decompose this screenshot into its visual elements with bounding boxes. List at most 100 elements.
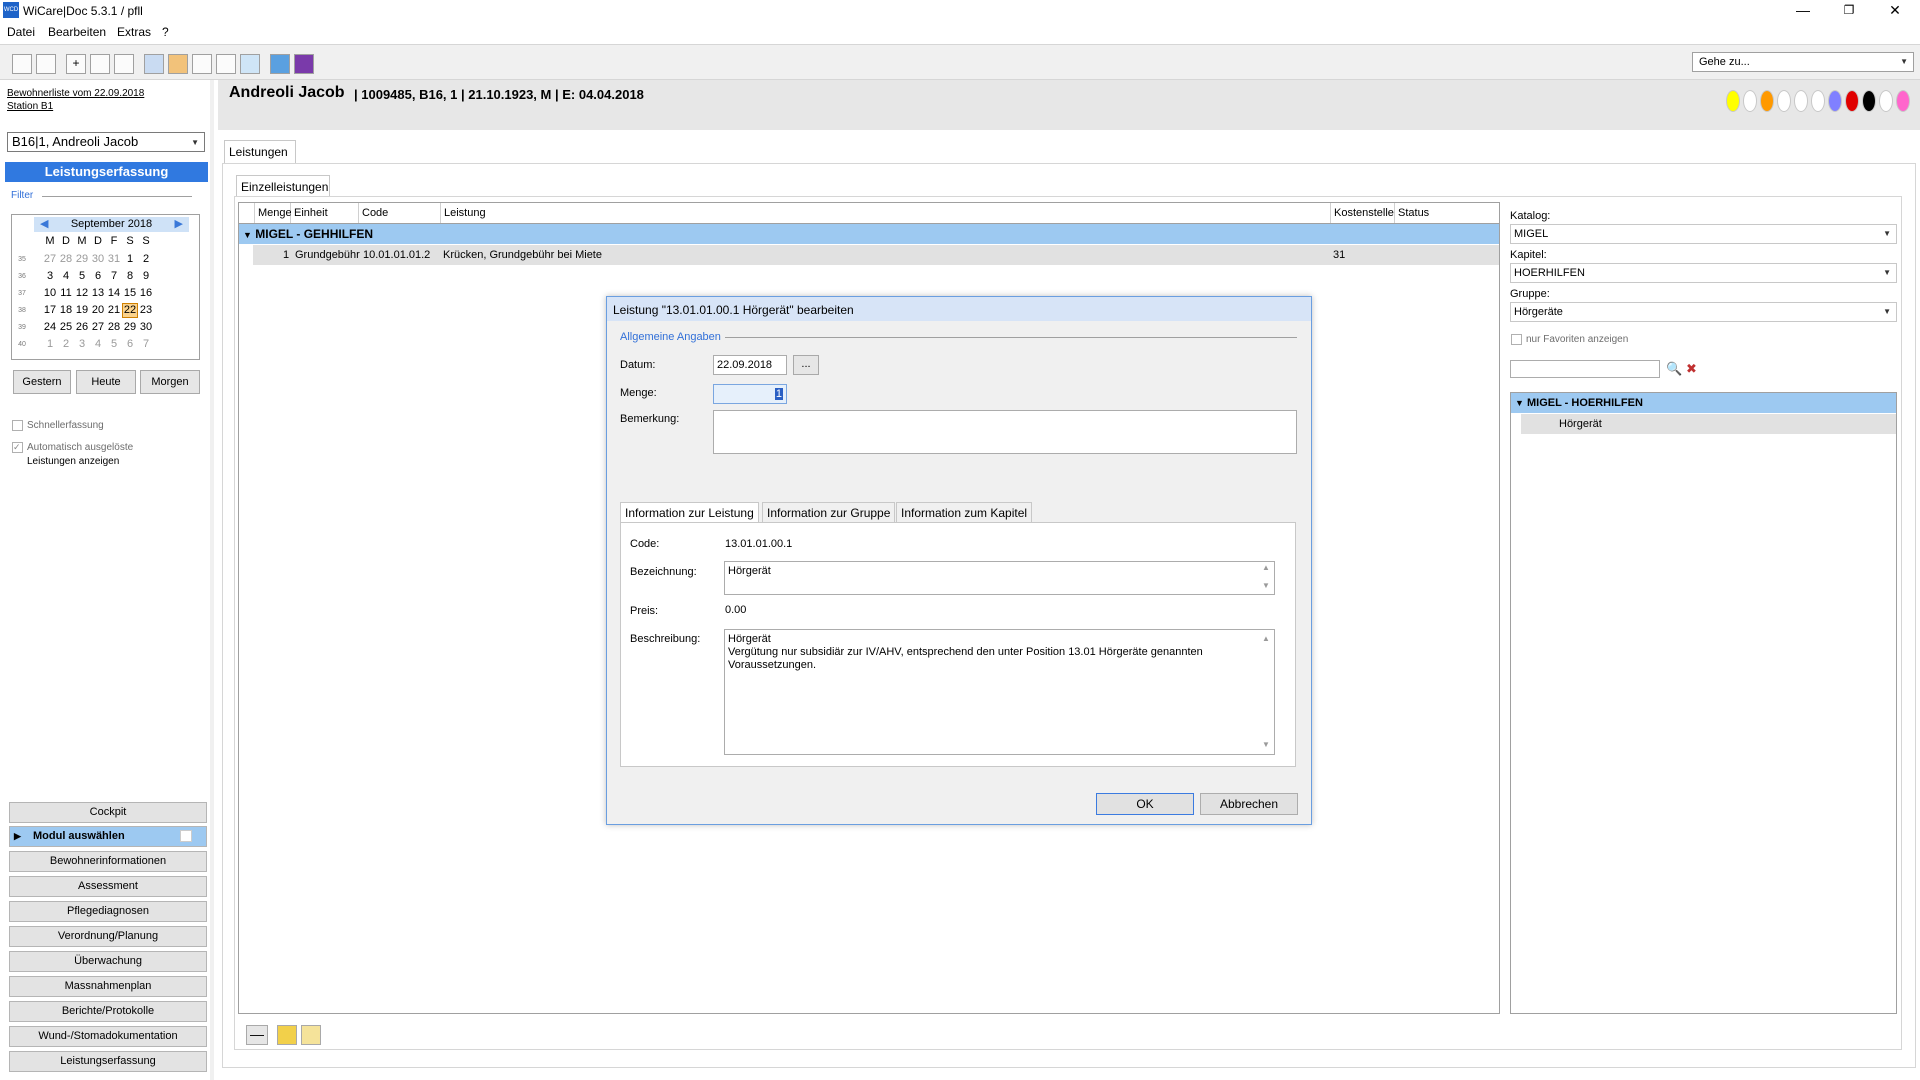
calendar-day[interactable]: 11 [58,287,74,299]
undo-icon[interactable] [36,54,56,74]
calendar-day[interactable]: 2 [138,253,154,265]
calendar-day[interactable]: 9 [138,270,154,282]
grid-group-row[interactable]: ▼ MIGEL - GEHHILFEN [239,224,1499,244]
calendar-day[interactable]: 21 [106,304,122,316]
lock-icon[interactable] [277,1025,297,1045]
search-icon[interactable]: 🔍 [1666,361,1682,377]
calendar-day[interactable]: 27 [42,253,58,265]
ok-button[interactable]: OK [1096,793,1194,815]
calendar-day[interactable]: 30 [138,321,154,333]
status-color-dot[interactable] [1845,90,1859,112]
restore-icon[interactable]: ❐ [1826,0,1872,22]
status-color-dot[interactable] [1828,90,1842,112]
list-item[interactable]: Hörgerät [1521,414,1896,434]
clear-search-icon[interactable]: ✖ [1686,361,1697,377]
scrollbar-down-icon[interactable]: ▼ [1259,738,1273,751]
tab-einzelleistungen[interactable]: Einzelleistungen [236,175,330,197]
calendar-day[interactable]: 26 [74,321,90,333]
quick-entry-checkbox[interactable] [12,420,23,431]
calendar-day[interactable]: 8 [122,270,138,282]
group-select[interactable]: Hörgeräte ▼ [1510,302,1897,322]
calendar-day[interactable]: 22 [122,303,138,318]
print-icon[interactable] [270,54,290,74]
quantity-input[interactable]: 1 [713,384,787,404]
window-icon[interactable] [90,54,110,74]
date-input[interactable]: 22.09.2018 [713,355,787,375]
close-icon[interactable]: ✕ [1872,0,1918,22]
edit-icon[interactable] [114,54,134,74]
nav-item[interactable]: Assessment [9,876,207,897]
favorites-checkbox[interactable] [1511,334,1522,345]
calendar-day[interactable]: 29 [74,253,90,265]
catalog-select[interactable]: MIGEL ▼ [1510,224,1897,244]
status-color-dot[interactable] [1862,90,1876,112]
calendar-day[interactable]: 4 [90,338,106,350]
person-icon[interactable] [168,54,188,74]
calendar-day[interactable]: 5 [106,338,122,350]
calendar-day[interactable]: 25 [58,321,74,333]
calendar-day[interactable]: 30 [90,253,106,265]
date-picker-button[interactable]: ... [793,355,819,375]
grid-header-menge[interactable]: Menge [255,203,292,223]
calendar-day[interactable]: 3 [74,338,90,350]
calendar-day[interactable]: 13 [90,287,106,299]
station-link[interactable]: Station B1 [7,101,53,112]
grid-header-code[interactable]: Code [359,203,441,223]
refresh-icon[interactable] [240,54,260,74]
person-search-icon[interactable] [144,54,164,74]
prev-month-icon[interactable]: ◀ [40,217,48,232]
nav-item[interactable]: Pflegediagnosen [9,901,207,922]
remove-button[interactable]: — [246,1025,268,1045]
unlock-icon[interactable] [301,1025,321,1045]
nav-module-select[interactable]: ▶ Modul auswählen [9,826,207,847]
status-color-dot[interactable] [1811,90,1825,112]
nav-item[interactable]: Überwachung [9,951,207,972]
table-row[interactable]: 1 Grundgebühr 10.01.01.01.2 Krücken, Gru… [253,245,1499,265]
nav-item[interactable]: Berichte/Protokolle [9,1001,207,1022]
grid-header-status[interactable]: Status [1395,203,1499,223]
calendar-day[interactable]: 3 [42,270,58,282]
calendar-day[interactable]: 1 [122,253,138,265]
calendar-day[interactable]: 28 [58,253,74,265]
calendar-day[interactable]: 28 [106,321,122,333]
menu-help[interactable]: ? [162,25,169,39]
yesterday-button[interactable]: Gestern [13,370,71,394]
calendar-day[interactable]: 5 [74,270,90,282]
status-color-dot[interactable] [1777,90,1791,112]
catalog-group-row[interactable]: ▼ MIGEL - HOERHILFEN [1511,393,1896,413]
nav-item[interactable]: Massnahmenplan [9,976,207,997]
calendar-day[interactable]: 27 [90,321,106,333]
calendar-day[interactable]: 2 [58,338,74,350]
calendar-day[interactable]: 24 [42,321,58,333]
status-color-dot[interactable] [1879,90,1893,112]
nav-item[interactable]: Leistungserfassung [9,1051,207,1072]
resident-list-link[interactable]: Bewohnerliste vom 22.09.2018 [7,88,144,99]
status-color-dot[interactable] [1896,90,1910,112]
calendar-day[interactable]: 20 [90,304,106,316]
nav-item[interactable]: Wund-/Stomadokumentation [9,1026,207,1047]
calendar-day[interactable]: 19 [74,304,90,316]
add-icon[interactable]: + [66,54,86,74]
status-color-dot[interactable] [1794,90,1808,112]
tab-leistungen[interactable]: Leistungen [224,140,296,164]
calendar-day[interactable]: 18 [58,304,74,316]
scrollbar[interactable]: ▲ ▼ [1259,563,1273,590]
status-color-dot[interactable] [1760,90,1774,112]
collapse-icon[interactable]: ▼ [1515,398,1524,408]
resident-select[interactable]: B16|1, Andreoli Jacob ▼ [7,132,205,152]
save-icon[interactable] [12,54,32,74]
cancel-button[interactable]: Abbrechen [1200,793,1298,815]
calendar-day[interactable]: 1 [42,338,58,350]
menu-datei[interactable]: Datei [7,25,35,39]
calendar-day[interactable]: 23 [138,304,154,316]
grid-header-einheit[interactable]: Einheit [291,203,359,223]
menu-bearbeiten[interactable]: Bearbeiten [48,25,106,39]
calendar-day[interactable]: 31 [106,253,122,265]
calendar-day[interactable]: 17 [42,304,58,316]
tab-info-chapter[interactable]: Information zum Kapitel [896,502,1033,522]
grid-header-kostenstelle[interactable]: Kostenstelle [1331,203,1395,223]
remark-textarea[interactable] [713,410,1297,454]
grid-header-leistung[interactable]: Leistung [441,203,1331,223]
auto-services-checkbox[interactable]: ✓ [12,442,23,453]
collapse-icon[interactable]: ▼ [243,230,252,240]
